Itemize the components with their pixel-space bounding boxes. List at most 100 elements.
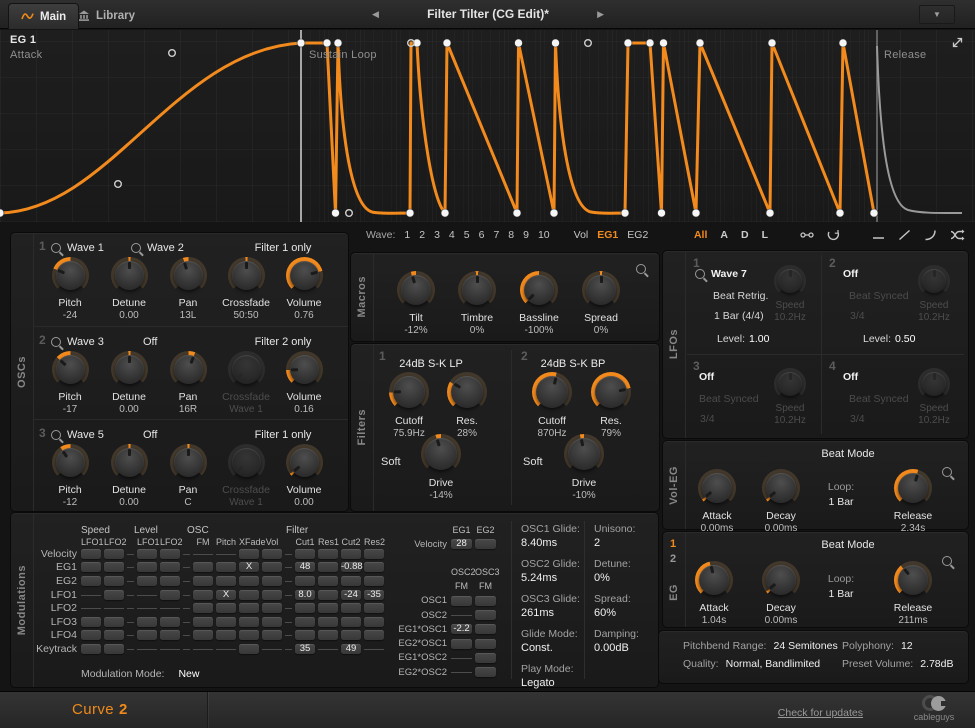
matrix-slot[interactable] [451, 596, 472, 606]
lfo1-level[interactable]: Level:1.00 [717, 333, 769, 345]
knob-dial[interactable] [918, 265, 950, 297]
matrix-slot[interactable] [104, 562, 124, 572]
vol-eg-beat-mode[interactable]: Beat Mode [773, 448, 923, 460]
voice-value[interactable]: 2 [594, 537, 639, 549]
osc2-wave1-selector[interactable]: Wave 3 [51, 336, 104, 348]
randomize-icon[interactable] [950, 229, 965, 241]
osc1-wave1-selector[interactable]: Wave 1 [51, 242, 104, 254]
envelope-node[interactable] [332, 209, 340, 217]
envelope-node[interactable] [768, 39, 776, 47]
matrix-value[interactable]: 35 [295, 644, 315, 654]
check-updates-link[interactable]: Check for updates [778, 707, 863, 719]
filter2-type-selector[interactable]: 24dB S-K BP [513, 358, 633, 370]
vol-eg-loop[interactable]: Loop:1 Bar [809, 481, 873, 508]
matrix-slot[interactable] [160, 617, 180, 627]
eg-beat-mode[interactable]: Beat Mode [773, 539, 923, 551]
osc3-wave1-selector[interactable]: Wave 5 [51, 429, 104, 441]
macro-tilt-knob[interactable]: Tilt-12% [387, 271, 445, 336]
preset-next-button[interactable]: ▶ [593, 7, 608, 22]
envelope-node[interactable] [406, 209, 414, 217]
knob-value[interactable]: Wave 1 [217, 497, 275, 508]
matrix-slot[interactable] [104, 644, 124, 654]
knob-dial[interactable] [397, 271, 435, 309]
envelope-node[interactable] [836, 209, 844, 217]
quality-value[interactable]: Normal, Bandlimited [726, 658, 821, 670]
matrix-slot[interactable] [295, 630, 315, 640]
matrix-value[interactable]: 28 [451, 539, 472, 549]
line-horizontal-icon[interactable] [872, 229, 885, 241]
osc1-pan-knob[interactable]: Pan13L [159, 257, 217, 321]
matrix-slot[interactable] [137, 562, 157, 572]
matrix-slot[interactable] [104, 590, 124, 600]
pitchbend-value[interactable]: 24 Semitones [773, 640, 837, 652]
lfo2-level[interactable]: Level:0.50 [863, 333, 915, 345]
lfo4-sync-mode[interactable]: Beat Synced [849, 393, 909, 405]
lfo4-speed-knob[interactable]: Speed10.2Hz [909, 368, 959, 426]
envelope-node[interactable] [297, 39, 305, 47]
matrix-slot[interactable] [239, 603, 259, 613]
modulation-mode-value[interactable]: New [178, 668, 199, 680]
osc1-detune-knob[interactable]: Detune0.00 [100, 257, 158, 321]
curve-shape-icon[interactable] [924, 229, 937, 241]
matrix-slot[interactable] [160, 576, 180, 586]
osc3-detune-knob[interactable]: Detune0.00 [100, 444, 158, 508]
filter1-res-knob[interactable]: Res.28% [438, 372, 496, 439]
osc2-pan-knob[interactable]: Pan16R [159, 351, 217, 415]
vol-tab[interactable]: Vol [574, 229, 589, 241]
envelope-node[interactable] [692, 209, 700, 217]
matrix-value[interactable]: X [216, 590, 236, 600]
knob-value[interactable]: -24 [41, 310, 99, 321]
knob-dial[interactable] [532, 372, 572, 412]
envelope-node[interactable] [0, 209, 4, 217]
matrix-slot[interactable] [318, 617, 338, 627]
knob-value[interactable]: -12% [387, 325, 445, 336]
matrix-slot[interactable] [104, 630, 124, 640]
lfo1-sync-mode[interactable]: Beat Retrig. [713, 290, 768, 302]
glide-value[interactable]: 261ms [521, 607, 580, 619]
knob-value[interactable]: 0.76 [275, 310, 333, 321]
matrix-value[interactable]: -35 [364, 590, 384, 600]
matrix-slot[interactable] [318, 603, 338, 613]
matrix-slot[interactable] [193, 617, 213, 627]
matrix-value[interactable]: 8.0 [295, 590, 315, 600]
osc1-pitch-knob[interactable]: Pitch-24 [41, 257, 99, 321]
line-ramp-icon[interactable] [898, 229, 911, 241]
envelope-node[interactable] [621, 209, 629, 217]
wave-select-1[interactable]: 1 [404, 229, 410, 241]
envelope-node[interactable] [513, 209, 521, 217]
matrix-slot[interactable] [318, 576, 338, 586]
osc2-pitch-knob[interactable]: Pitch-17 [41, 351, 99, 415]
macros-search-icon[interactable] [636, 264, 646, 274]
matrix-slot[interactable] [104, 576, 124, 586]
matrix-slot[interactable] [451, 639, 472, 649]
reset-curve-icon[interactable] [827, 229, 840, 241]
preset-volume-value[interactable]: 2.78dB [920, 658, 953, 670]
knob-value[interactable]: 0% [448, 325, 506, 336]
filter1-drive-mode[interactable]: Soft [381, 456, 401, 468]
knob-dial[interactable] [520, 271, 558, 309]
matrix-slot[interactable] [475, 639, 496, 649]
wave-select-8[interactable]: 8 [508, 229, 514, 241]
matrix-slot[interactable] [81, 576, 101, 586]
macro-bassline-knob[interactable]: Bassline-100% [510, 271, 568, 336]
macro-spread-knob[interactable]: Spread0% [572, 271, 630, 336]
knob-value[interactable]: -17 [41, 404, 99, 415]
matrix-slot[interactable] [81, 562, 101, 572]
matrix-slot[interactable] [193, 562, 213, 572]
matrix-slot[interactable] [364, 549, 384, 559]
expand-icon[interactable] [951, 36, 964, 49]
link-points-icon[interactable] [800, 229, 814, 241]
envelope-node[interactable] [515, 39, 523, 47]
knob-dial[interactable] [774, 368, 806, 400]
osc2-detune-knob[interactable]: Detune0.00 [100, 351, 158, 415]
voice-value[interactable]: 0% [594, 572, 639, 584]
knob-dial[interactable] [447, 372, 487, 412]
matrix-slot[interactable] [295, 617, 315, 627]
glide-value[interactable]: Legato [521, 677, 580, 689]
matrix-value[interactable]: X [239, 562, 259, 572]
knob-value[interactable]: 0.00ms [752, 615, 810, 626]
envelope-handle[interactable] [169, 50, 176, 57]
voice-value[interactable]: 60% [594, 607, 639, 619]
wave-select-4[interactable]: 4 [449, 229, 455, 241]
matrix-slot[interactable] [318, 549, 338, 559]
